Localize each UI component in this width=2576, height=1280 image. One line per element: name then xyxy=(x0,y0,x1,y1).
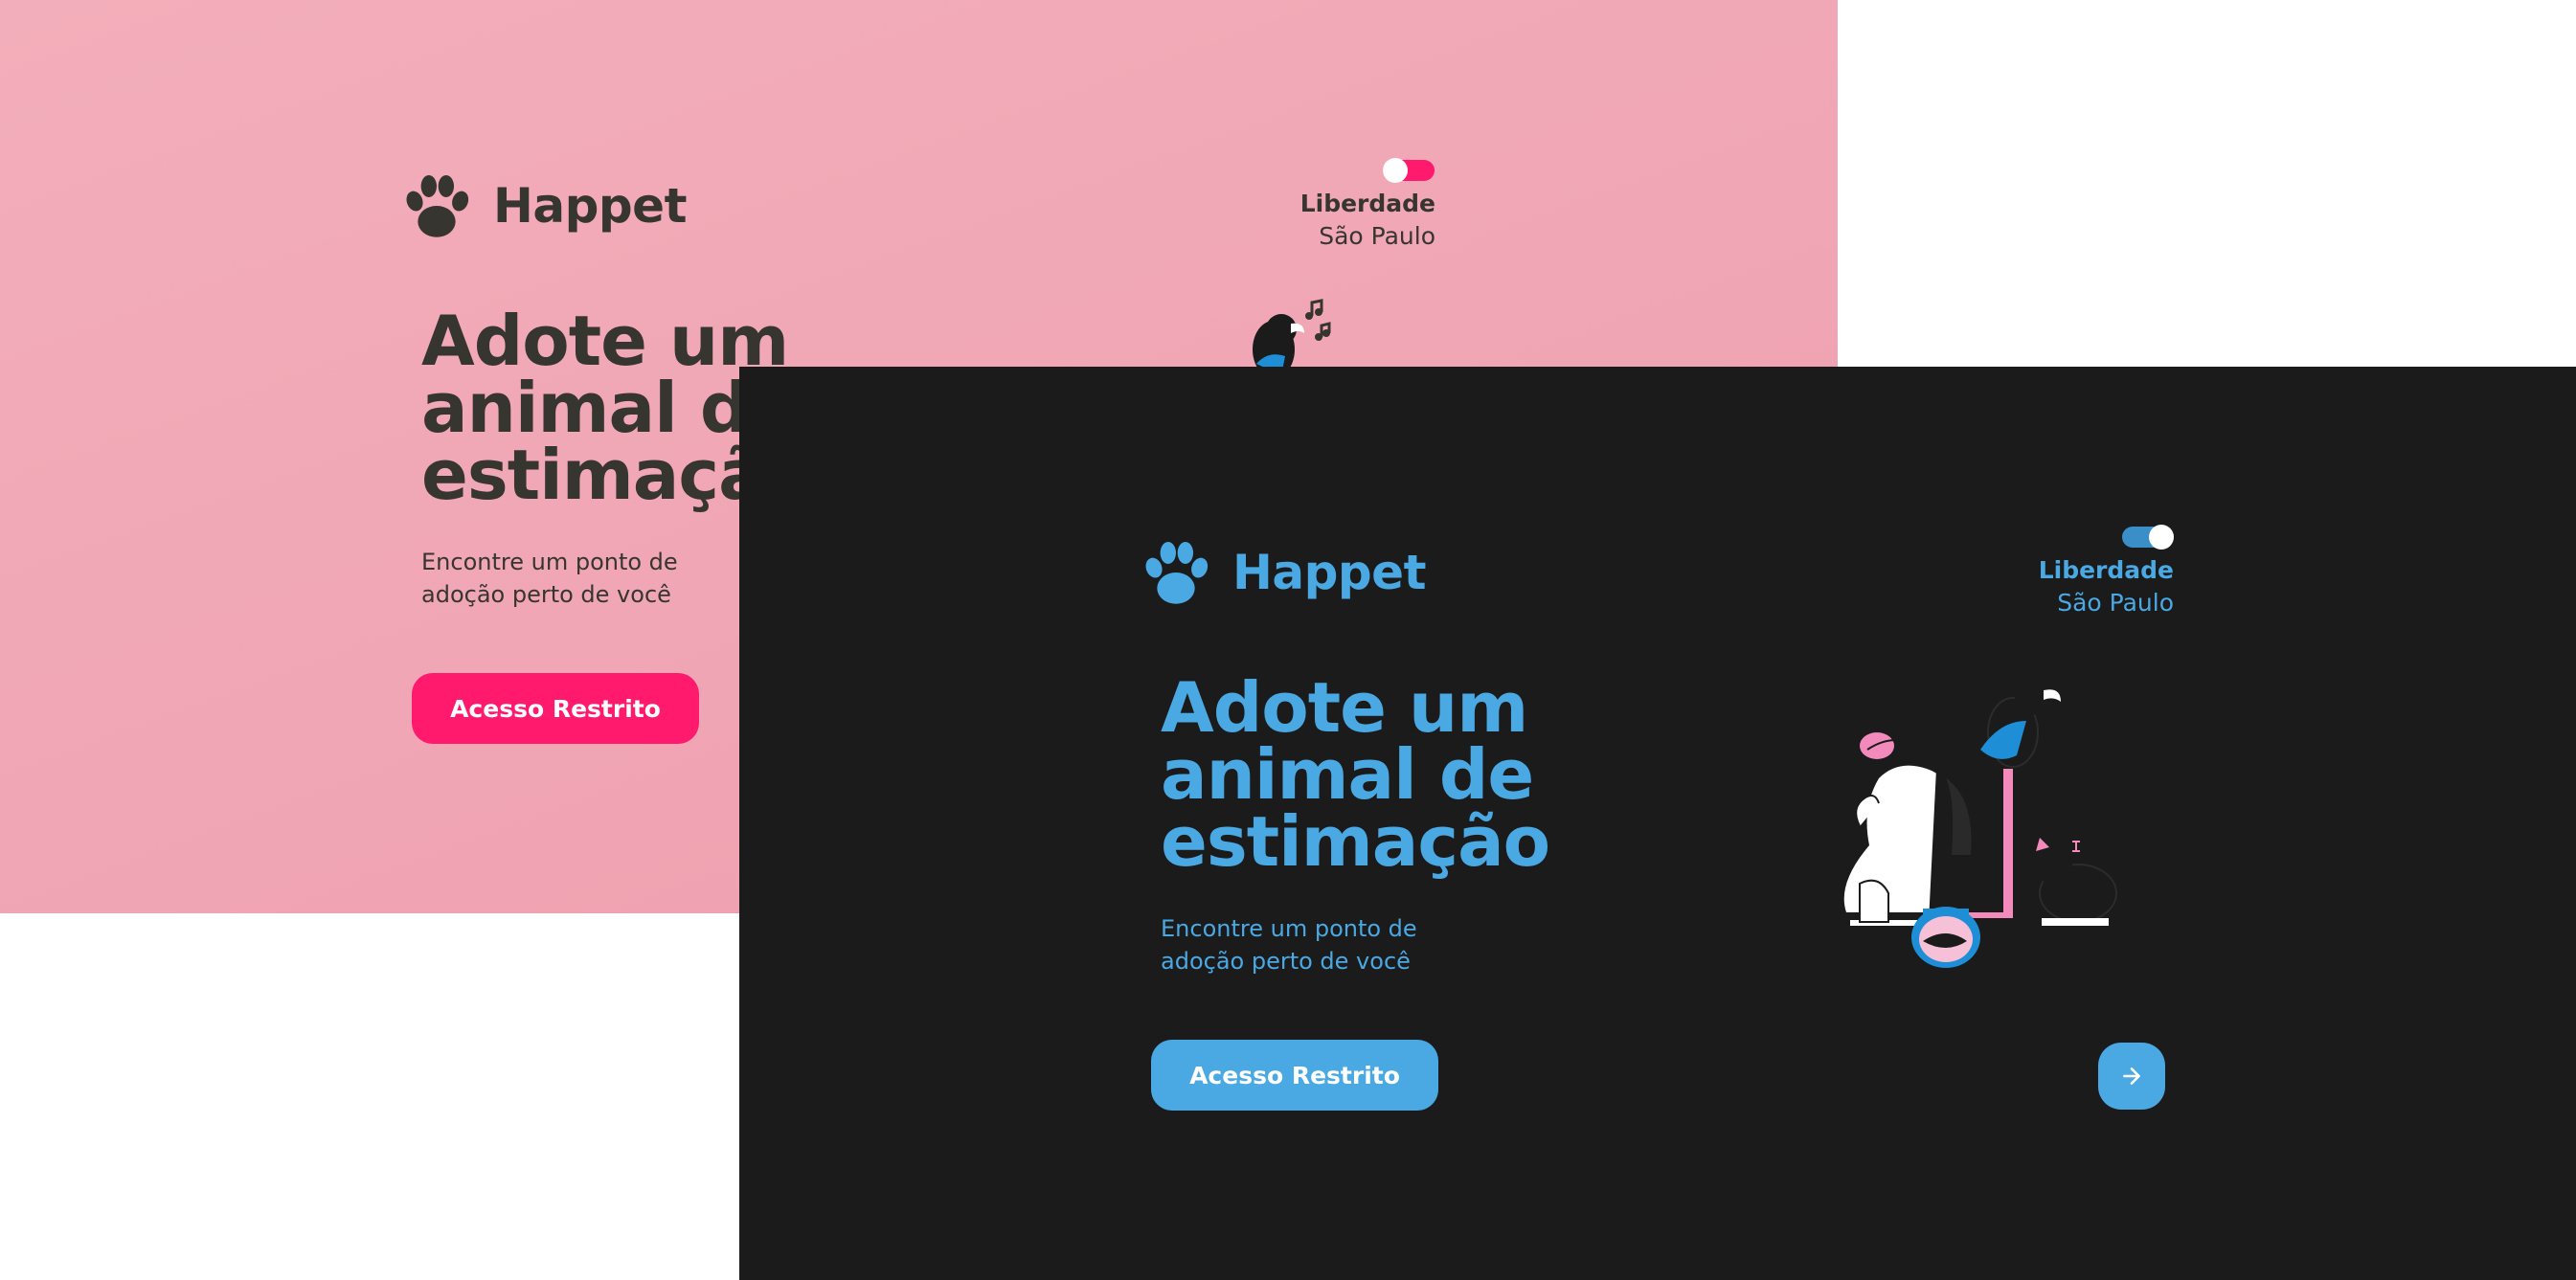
pets-illustration xyxy=(1843,681,2136,968)
location-city: Liberdade xyxy=(1299,190,1435,217)
toggle-knob xyxy=(1383,158,1408,183)
cat-illustration xyxy=(2034,838,2136,926)
headline: Adote um animal de estimação xyxy=(1161,673,1697,876)
subtitle: Encontre um ponto de adoção perto de voc… xyxy=(1161,915,1417,975)
location-state: São Paulo xyxy=(2057,589,2174,617)
headline-line-3: estimação xyxy=(1161,801,1550,882)
location: Liberdade São Paulo xyxy=(2039,554,2174,619)
location: Liberdade São Paulo xyxy=(1300,188,1435,253)
brand-name: Happet xyxy=(493,178,687,234)
paw-icon xyxy=(406,175,469,237)
location-city: Liberdade xyxy=(2038,556,2174,584)
theme-toggle[interactable] xyxy=(1383,158,1435,183)
restricted-access-button[interactable]: Acesso Restrito xyxy=(1151,1040,1438,1111)
theme-toggle[interactable] xyxy=(2122,525,2174,550)
next-button[interactable] xyxy=(2098,1043,2165,1110)
location-state: São Paulo xyxy=(1319,222,1435,250)
paw-icon xyxy=(1145,542,1209,604)
parrot-illustration xyxy=(1980,681,2061,808)
parrot-illustration xyxy=(1253,299,1331,373)
brand-name: Happet xyxy=(1232,545,1426,600)
restricted-access-button[interactable]: Acesso Restrito xyxy=(412,673,699,744)
subtitle: Encontre um ponto de adoção perto de voc… xyxy=(421,549,678,608)
logo[interactable]: Happet xyxy=(397,167,687,245)
dog-illustration xyxy=(1843,732,1972,926)
dark-theme-panel: Happet Liberdade São Paulo Adote um anim… xyxy=(739,367,2576,1280)
arrow-right-icon xyxy=(2123,1067,2140,1085)
fishbowl-illustration xyxy=(1911,907,1980,968)
toggle-knob xyxy=(2149,525,2174,550)
logo[interactable]: Happet xyxy=(1137,533,1426,612)
